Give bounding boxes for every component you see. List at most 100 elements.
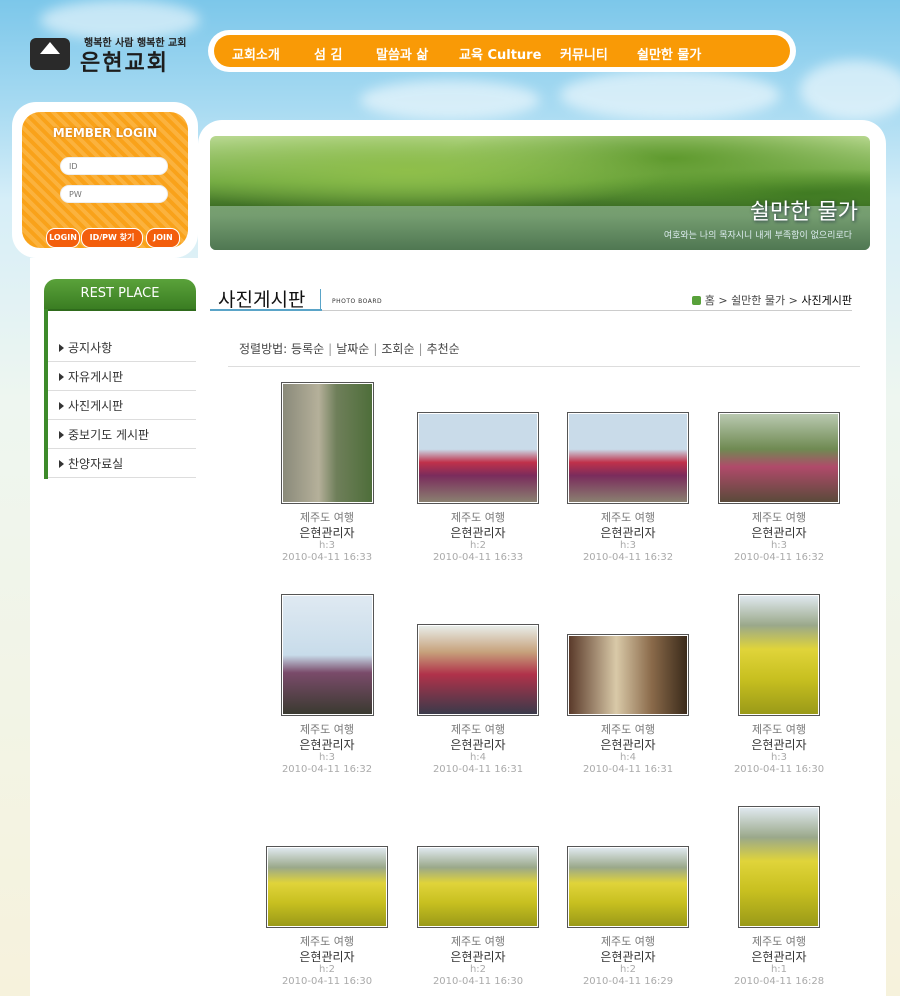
sidebar-item-prayer-board[interactable]: 중보기도 게시판 bbox=[48, 421, 196, 449]
login-title: MEMBER LOGIN bbox=[52, 126, 158, 140]
banner-title: 쉴만한 물가 bbox=[749, 200, 858, 225]
sidebar-item-label: 찬양자료실 bbox=[68, 457, 124, 471]
photo-author: 은현관리자 bbox=[600, 950, 656, 964]
sidebar-item-notice[interactable]: 공지사항 bbox=[48, 334, 196, 362]
sidebar-header: REST PLACE bbox=[44, 279, 196, 311]
photo-subject[interactable]: 제주도 여행 bbox=[553, 509, 703, 525]
nav-item-service[interactable]: 섬 김 bbox=[314, 44, 342, 63]
sort-option-registered[interactable]: 등록순 bbox=[291, 342, 324, 356]
photo-date: 2010-04-11 16:32 bbox=[281, 764, 373, 775]
page-title-en: PHOTO BOARD bbox=[332, 298, 383, 305]
find-id-pw-button[interactable]: ID/PW 찾기 bbox=[81, 228, 143, 248]
photo-image bbox=[419, 414, 537, 502]
photo-date: 2010-04-11 16:33 bbox=[432, 552, 524, 563]
photo-image bbox=[419, 848, 537, 926]
photo-subject[interactable]: 제주도 여행 bbox=[252, 509, 402, 525]
nav-item-word-life[interactable]: 말씀과 삶 bbox=[376, 44, 428, 63]
photo-hits: h:3 bbox=[770, 540, 788, 551]
photo-subject[interactable]: 제주도 여행 bbox=[252, 933, 402, 949]
photo-thumbnail[interactable] bbox=[281, 594, 374, 716]
nav-item-rest-place[interactable]: 쉴만한 물가 bbox=[637, 44, 701, 63]
title-underline bbox=[322, 310, 852, 311]
photo-date: 2010-04-11 16:32 bbox=[582, 552, 674, 563]
photo-subject[interactable]: 제주도 여행 bbox=[704, 933, 854, 949]
nav-item-community[interactable]: 커뮤니티 bbox=[560, 44, 608, 63]
photo-subject[interactable]: 제주도 여행 bbox=[704, 721, 854, 737]
photo-subject[interactable]: 제주도 여행 bbox=[704, 509, 854, 525]
join-button[interactable]: JOIN bbox=[146, 228, 180, 248]
section-banner: 쉴만한 물가 여호와는 나의 목자시니 내게 부족함이 없으리로다 bbox=[210, 136, 870, 250]
photo-author: 은현관리자 bbox=[751, 950, 807, 964]
photo-date: 2010-04-11 16:28 bbox=[733, 976, 825, 987]
member-login-panel: MEMBER LOGIN LOGIN ID/PW 찾기 JOIN bbox=[22, 112, 188, 248]
photo-image bbox=[740, 596, 818, 714]
photo-image bbox=[720, 414, 838, 502]
sort-separator: | bbox=[373, 342, 378, 356]
photo-thumbnail[interactable] bbox=[738, 594, 820, 716]
page-title: 사진게시판 bbox=[218, 289, 306, 311]
sort-option-views[interactable]: 조회순 bbox=[381, 342, 414, 356]
sidebar-item-label: 공지사항 bbox=[68, 341, 113, 355]
photo-date: 2010-04-11 16:31 bbox=[432, 764, 524, 775]
nav-item-education[interactable]: 교육 Culture bbox=[459, 44, 541, 63]
photo-date: 2010-04-11 16:29 bbox=[582, 976, 674, 987]
photo-subject[interactable]: 제주도 여행 bbox=[403, 509, 553, 525]
sort-option-date[interactable]: 날짜순 bbox=[336, 342, 369, 356]
photo-hits: h:2 bbox=[469, 964, 487, 975]
sidebar-item-praise-archive[interactable]: 찬양자료실 bbox=[48, 450, 196, 478]
nav-item-about[interactable]: 교회소개 bbox=[232, 44, 280, 63]
member-login-box: MEMBER LOGIN LOGIN ID/PW 찾기 JOIN bbox=[12, 102, 198, 258]
breadcrumb-separator: > bbox=[718, 294, 732, 307]
password-input[interactable] bbox=[60, 185, 168, 203]
photo-author: 은현관리자 bbox=[450, 526, 506, 540]
id-input[interactable] bbox=[60, 157, 168, 175]
breadcrumb-home[interactable]: 홈 bbox=[705, 294, 715, 307]
photo-thumbnail[interactable] bbox=[266, 846, 388, 928]
sidebar-item-photo-board[interactable]: 사진게시판 bbox=[48, 392, 196, 420]
photo-thumbnail[interactable] bbox=[718, 412, 840, 504]
photo-thumbnail[interactable] bbox=[738, 806, 820, 928]
photo-date: 2010-04-11 16:32 bbox=[733, 552, 825, 563]
main-navigation-bar: 교회소개 섬 김 말씀과 삶 교육 Culture 커뮤니티 쉴만한 물가 bbox=[214, 35, 790, 67]
sort-separator: | bbox=[328, 342, 333, 356]
photo-thumbnail[interactable] bbox=[567, 846, 689, 928]
photo-subject[interactable]: 제주도 여행 bbox=[403, 933, 553, 949]
photo-subject[interactable]: 제주도 여행 bbox=[553, 721, 703, 737]
photo-author: 은현관리자 bbox=[600, 738, 656, 752]
photo-thumbnail[interactable] bbox=[417, 846, 539, 928]
arrow-right-icon bbox=[59, 344, 64, 352]
photo-thumbnail[interactable] bbox=[281, 382, 374, 504]
photo-date: 2010-04-11 16:30 bbox=[733, 764, 825, 775]
photo-date: 2010-04-11 16:33 bbox=[281, 552, 373, 563]
sort-option-recommend[interactable]: 추천순 bbox=[427, 342, 460, 356]
photo-thumbnail[interactable] bbox=[567, 634, 689, 716]
photo-hits: h:3 bbox=[770, 752, 788, 763]
photo-thumbnail[interactable] bbox=[567, 412, 689, 504]
sort-bar: 정렬방법: 등록순 | 날짜순 | 조회순 | 추천순 bbox=[239, 340, 460, 357]
login-button[interactable]: LOGIN bbox=[46, 228, 80, 248]
photo-image bbox=[283, 596, 372, 714]
photo-hits: h:4 bbox=[619, 752, 637, 763]
church-emblem-icon bbox=[30, 38, 70, 70]
breadcrumb-section[interactable]: 쉴만한 물가 bbox=[731, 294, 785, 307]
photo-image bbox=[569, 414, 687, 502]
photo-author: 은현관리자 bbox=[751, 526, 807, 540]
banner-subtitle: 여호와는 나의 목자시니 내게 부족함이 없으리로다 bbox=[663, 231, 852, 241]
photo-date: 2010-04-11 16:31 bbox=[582, 764, 674, 775]
sidebar-item-free-board[interactable]: 자유게시판 bbox=[48, 363, 196, 391]
sort-label: 정렬방법: bbox=[239, 342, 288, 356]
photo-image bbox=[283, 384, 372, 502]
photo-image bbox=[569, 848, 687, 926]
photo-thumbnail[interactable] bbox=[417, 624, 539, 716]
photo-subject[interactable]: 제주도 여행 bbox=[252, 721, 402, 737]
sort-separator: | bbox=[418, 342, 423, 356]
header: 행복한 사람 행복한 교회 은현교회 교회소개 섬 김 말씀과 삶 교육 Cul… bbox=[0, 0, 900, 100]
photo-author: 은현관리자 bbox=[299, 526, 355, 540]
sort-divider bbox=[228, 366, 860, 367]
sidebar-item-label: 사진게시판 bbox=[68, 399, 124, 413]
church-name: 은현교회 bbox=[80, 51, 169, 76]
photo-subject[interactable]: 제주도 여행 bbox=[553, 933, 703, 949]
photo-subject[interactable]: 제주도 여행 bbox=[403, 721, 553, 737]
church-logo[interactable]: 행복한 사람 행복한 교회 은현교회 bbox=[30, 34, 200, 76]
photo-thumbnail[interactable] bbox=[417, 412, 539, 504]
